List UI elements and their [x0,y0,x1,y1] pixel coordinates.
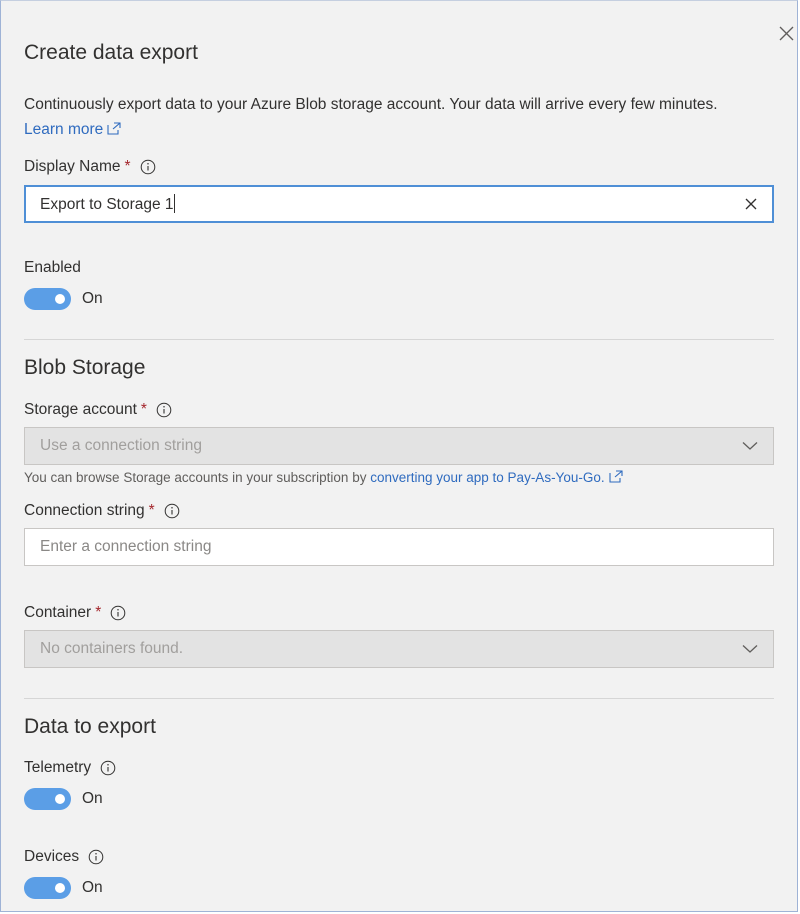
text-caret [173,194,175,213]
telemetry-toggle[interactable] [24,788,71,810]
storage-account-dropdown[interactable]: Use a connection string [24,427,774,465]
toggle-knob [55,794,65,804]
external-link-icon[interactable] [609,470,623,483]
display-name-label-text: Display Name [24,158,121,175]
connection-string-input[interactable]: Enter a connection string [24,528,774,566]
learn-more-label[interactable]: Learn more [24,121,103,138]
info-icon[interactable] [100,760,116,776]
external-link-icon[interactable] [107,122,121,135]
page-title: Create data export [24,41,198,64]
telemetry-label: Telemetry [24,759,116,777]
close-icon[interactable] [776,23,798,45]
devices-label-text: Devices [24,848,80,865]
connection-string-placeholder[interactable]: Enter a connection string [40,538,758,556]
connection-string-label: Connection string * [24,502,180,520]
devices-toggle-state: On [82,879,103,896]
info-icon[interactable] [88,849,104,865]
chevron-down-icon[interactable] [742,441,758,451]
devices-label: Devices [24,848,104,866]
storage-account-hint-text: You can browse Storage accounts in your … [24,470,367,485]
display-name-value-wrap[interactable]: Export to Storage 1 [40,194,744,214]
telemetry-toggle-state: On [82,790,103,807]
description: Continuously export data to your Azure B… [24,92,744,142]
blob-storage-section-title: Blob Storage [24,356,146,379]
toggle-knob [55,883,65,893]
enabled-label-text: Enabled [24,259,81,276]
storage-account-hint: You can browse Storage accounts in your … [24,470,623,485]
info-icon[interactable] [164,503,180,519]
container-label-text: Container [24,604,92,621]
enabled-toggle-row: On [24,288,103,310]
required-marker: * [148,502,155,519]
storage-account-selected[interactable]: Use a connection string [40,437,742,455]
enabled-toggle-state: On [82,290,103,307]
section-divider [24,698,774,699]
chevron-down-icon[interactable] [742,644,758,654]
data-to-export-section-title: Data to export [24,715,156,738]
clear-icon[interactable] [744,197,758,211]
devices-toggle[interactable] [24,877,71,899]
telemetry-toggle-row: On [24,788,103,810]
learn-more-link[interactable]: Learn more [24,121,121,138]
display-name-value[interactable]: Export to Storage 1 [40,196,174,213]
display-name-input[interactable]: Export to Storage 1 [24,185,774,223]
container-dropdown[interactable]: No containers found. [24,630,774,668]
enabled-label: Enabled [24,259,81,277]
container-selected[interactable]: No containers found. [40,640,742,658]
required-marker: * [95,604,102,621]
enabled-toggle[interactable] [24,288,71,310]
description-text: Continuously export data to your Azure B… [24,96,718,113]
container-label: Container * [24,604,126,622]
storage-account-label-text: Storage account [24,401,137,418]
display-name-label: Display Name * [24,158,156,176]
pay-as-you-go-link[interactable]: converting your app to Pay-As-You-Go. [370,470,623,485]
section-divider [24,339,774,340]
create-data-export-panel: Create data export Continuously export d… [0,0,798,912]
connection-string-label-text: Connection string [24,502,145,519]
devices-toggle-row: On [24,877,103,899]
close-button[interactable] [776,23,798,45]
storage-account-label: Storage account * [24,401,172,419]
required-marker: * [124,158,131,175]
pay-as-you-go-link-text[interactable]: converting your app to Pay-As-You-Go. [370,470,604,485]
required-marker: * [140,401,147,418]
info-icon[interactable] [140,159,156,175]
toggle-knob [55,294,65,304]
info-icon[interactable] [156,402,172,418]
info-icon[interactable] [110,605,126,621]
telemetry-label-text: Telemetry [24,759,92,776]
